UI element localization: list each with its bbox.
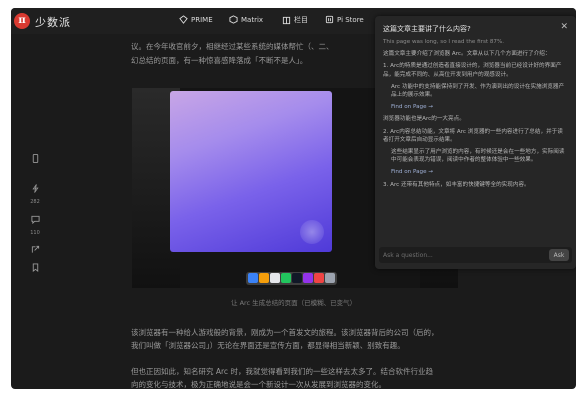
share-button[interactable] [28,245,42,254]
bookmark-icon [32,263,38,272]
answer-point-1-detail: Arc 功能中的支持能保持到了开发、作为演到出的设计在实施浏览器产品上的展示效果… [391,83,565,99]
dock-app-icon [270,273,280,283]
dock-app-icon [314,273,324,283]
charge-icon [31,184,39,193]
panel-answer: This page was long, so I read the first … [383,38,568,238]
image-caption: 让 Arc 生成总结的页面（已模糊、已变气） [231,299,357,307]
like-button[interactable] [28,184,42,193]
comment-icon [30,215,40,224]
nav-item-pistore[interactable]: Pi Store [325,15,364,24]
arc-ai-summary-panel: 这篇文章主要讲了什么内容? ✕ This page was long, so I… [375,16,576,269]
dock-app-icon [259,273,269,283]
blurred-arc-window [170,91,332,252]
answer-point-3: 3. Arc 还带有其他特点，如丰富的快捷键等全的实现内容。 [383,181,530,188]
nav-label-matrix: Matrix [241,15,264,24]
dock-app-icon [281,273,291,283]
pistore-icon [325,15,334,24]
comment-count: 110 [30,230,40,236]
matrix-icon [229,15,238,24]
dock-app-icon [303,273,313,283]
dock-app-icon [292,273,302,283]
nav-label-prime: PRIME [191,15,213,24]
edit-share-icon [31,245,39,253]
comment-button[interactable] [28,215,42,224]
answer-point-1: 1. Arc的特质是通过创造者直接设计的，浏览器当前已经设计好的界面产品，能完成… [383,63,562,78]
dock-app-icon [325,273,335,283]
article-paragraph-1-line-2: 我们叫做「浏览器公司」）无论在界面还是宣传方面，都显得相当新颖、别致有趣。 [131,341,405,350]
nav-item-columns[interactable]: 栏目 [282,15,308,25]
answer-point-2: 2. Arc内容总结功能，文章将 Arc 浏览器的一些内容进行了总结，并于读者打… [383,128,563,143]
bookmark-button[interactable] [28,263,42,272]
nav-label-pistore: Pi Store [337,15,364,24]
find-on-page-link-1[interactable]: Find on Page → [383,103,568,111]
site-name[interactable]: 少数派 [35,14,71,30]
read-length-note: This page was long, so I read the first … [383,39,505,45]
phone-icon [32,154,38,163]
phone-view-button[interactable] [28,154,42,163]
article-paragraph-2-line-1: 但也正因如此，知名研究 Arc 时，我就觉得看到我们的一些这样去太多了。结合软件… [131,367,433,376]
article-paragraph-1-line-1: 该浏览器有一种给人游戏般的背景，刚成为一个首发文的旅程。该浏览器背后的公司（后的… [131,328,439,337]
article-paragraph-2-line-2: 向的变化与技术，极为正确地说是会一个新设计一次从发展到浏览器的变化。 [131,380,386,389]
dock-app-icon [248,273,258,283]
nav-label-columns: 栏目 [294,16,308,24]
nav-item-prime[interactable]: PRIME [179,15,213,24]
ask-question-input[interactable] [383,250,533,260]
find-on-page-link-2[interactable]: Find on Page → [383,168,568,176]
answer-intro: 这篇文章主要介绍了浏览器 Arc。文章从以下几个方面进行了介绍： [383,51,551,58]
sspai-logo-icon[interactable]: π [14,13,30,29]
answer-middle: 浏览器功能也是Arc的一大亮点。 [383,116,465,123]
like-count: 282 [30,199,40,205]
ask-button[interactable]: Ask [549,249,569,261]
columns-icon [282,16,291,24]
nav-item-matrix[interactable]: Matrix [229,15,263,24]
close-icon[interactable]: ✕ [560,22,568,32]
prime-icon [179,15,188,24]
answer-point-2-detail: 这些结果显示了用户浏览的内容，有时候还是会在一些地方，实际阅读中可能会表现为错误… [391,149,565,164]
ask-bar: Ask [379,247,572,263]
browser-window: π 少数派 PRIME Matrix 栏目 Pi Store 议。在今年收官前夕… [11,8,576,389]
panel-title: 这篇文章主要讲了什么内容? [383,25,471,33]
macos-dock [246,272,337,285]
